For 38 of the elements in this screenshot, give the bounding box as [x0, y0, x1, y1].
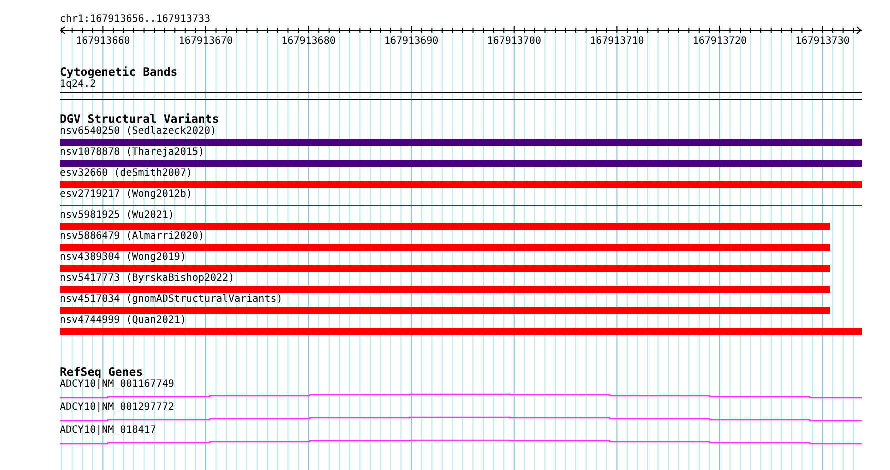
variant-label: esv32660 (deSmith2007) — [60, 168, 194, 180]
variant-label: nsv4744999 (Quan2021) — [60, 315, 188, 327]
tick-label: 167913690 — [383, 36, 440, 48]
gene-label: ADCY10|NM_001167749 — [60, 379, 176, 391]
gene-label: ADCY10|NM_018417 — [60, 425, 158, 437]
variant-label: nsv5981925 (Wu2021) — [60, 210, 176, 222]
variant-bar[interactable] — [60, 139, 862, 146]
tick-label: 167913730 — [794, 36, 851, 48]
tick-label: 167913680 — [280, 36, 337, 48]
variant-bar[interactable] — [60, 307, 830, 314]
variant-bar[interactable] — [60, 265, 830, 272]
variant-label: nsv5417773 (ByrskaBishop2022) — [60, 273, 236, 285]
variant-bar[interactable] — [60, 160, 862, 167]
track-title: RefSeq Genes — [60, 366, 144, 379]
variant-label: nsv5886479 (Almarri2020) — [60, 231, 206, 243]
variant-bar[interactable] — [60, 223, 830, 230]
tick-label: 167913720 — [692, 36, 748, 48]
variant-bar[interactable] — [60, 181, 862, 188]
gene-model-drawing[interactable] — [60, 437, 862, 447]
variant-label: esv2719217 (Wong2012b) — [60, 189, 194, 201]
track-title: Cytogenetic Bands — [60, 66, 179, 79]
tick-label: 167913700 — [486, 36, 542, 48]
location-label: chr1:167913656..167913733 — [60, 14, 212, 26]
variant-bar[interactable] — [60, 244, 830, 251]
tick-label: 167913660 — [75, 36, 132, 48]
gene-model-drawing[interactable] — [60, 414, 862, 424]
variant-bar[interactable] — [60, 286, 830, 293]
gene-model-drawing[interactable] — [60, 391, 862, 401]
tick-label: 167913710 — [589, 36, 646, 48]
gene-label: ADCY10|NM_001297772 — [60, 402, 176, 414]
track-title: DGV Structural Variants — [60, 113, 220, 126]
variant-label: nsv4517034 (gnomADStructuralVariants) — [60, 294, 284, 306]
variant-label: nsv4389304 (Wong2019) — [60, 252, 188, 264]
variant-bar[interactable] — [60, 328, 862, 335]
band-label: 1q24.2 — [60, 79, 98, 91]
variant-label: nsv1078878 (Thareja2015) — [60, 147, 206, 159]
variant-label: nsv6540250 (Sedlazeck2020) — [60, 126, 218, 138]
tick-label: 167913670 — [178, 36, 234, 48]
